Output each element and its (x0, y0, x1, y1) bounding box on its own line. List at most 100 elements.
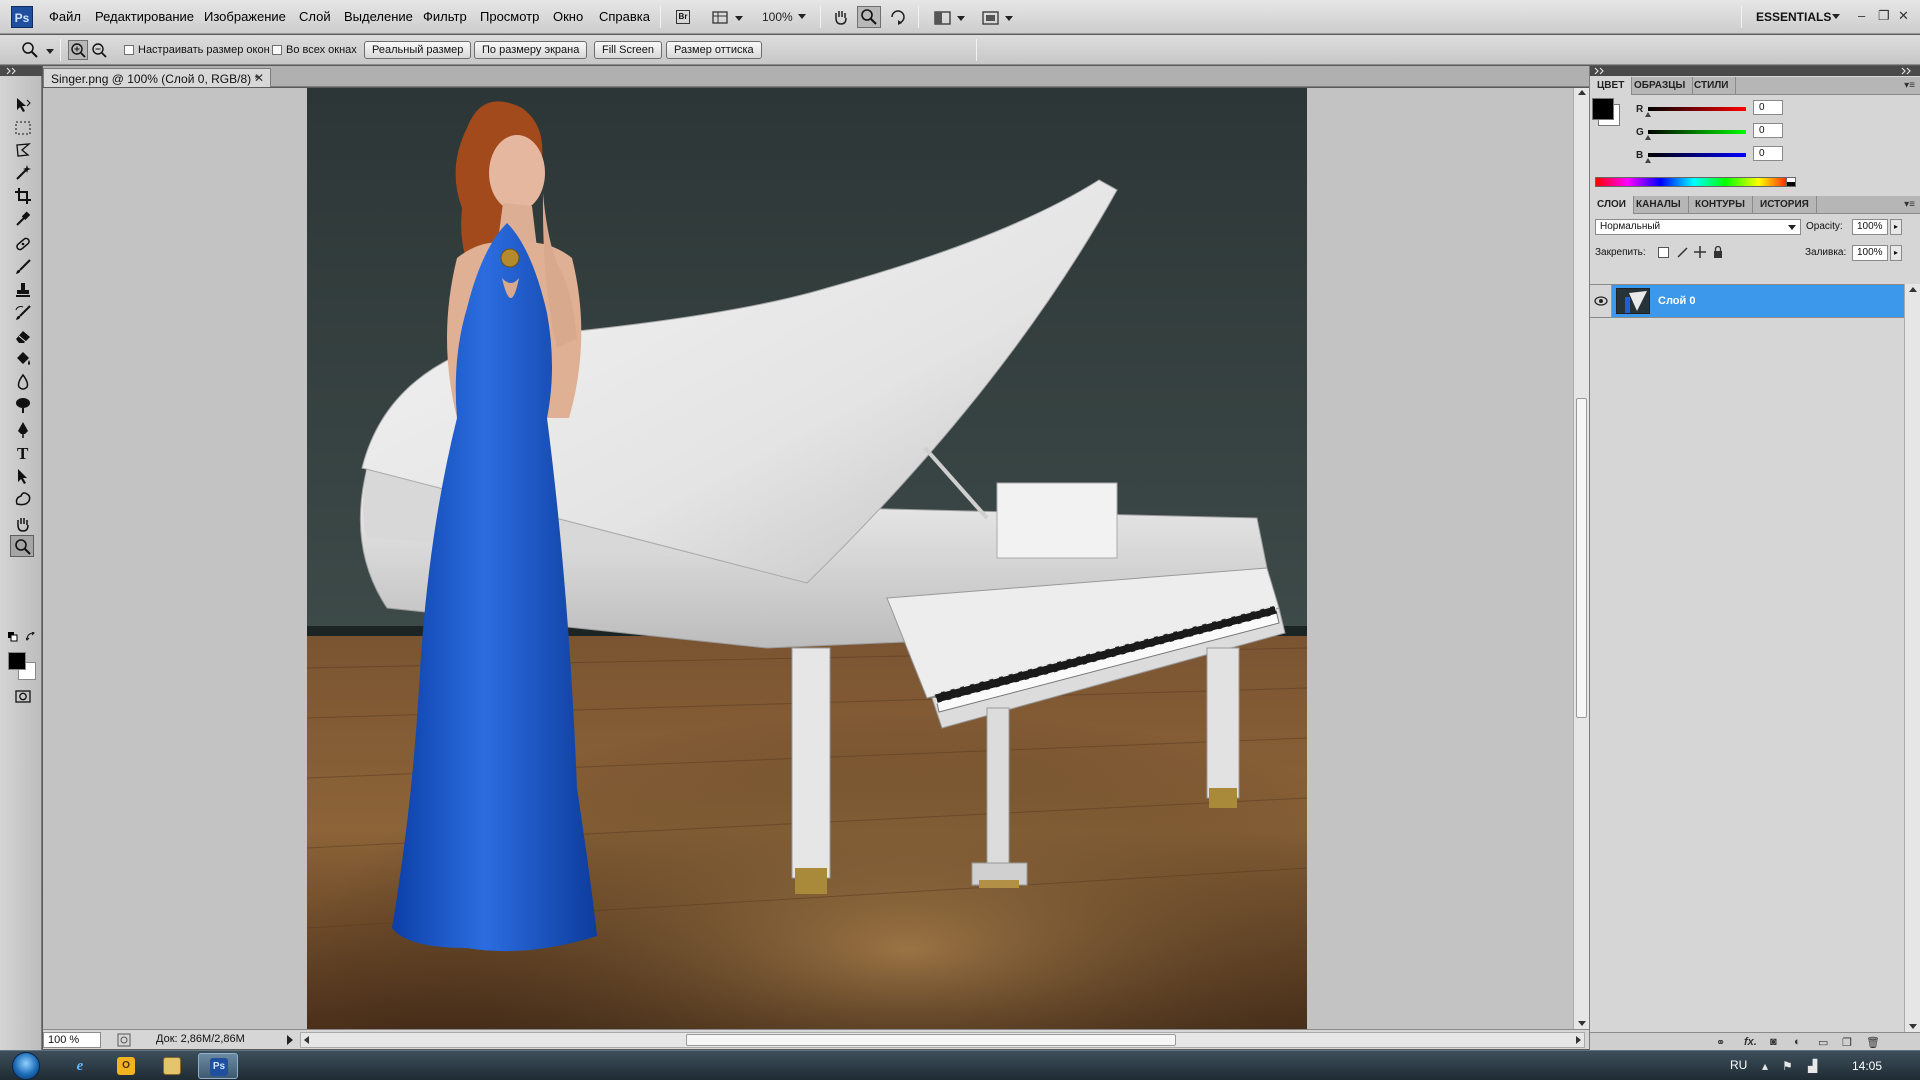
red-slider-handle[interactable] (1645, 112, 1651, 117)
taskbar-explorer[interactable] (152, 1053, 192, 1079)
opacity-slider-toggle[interactable]: ▸ (1890, 219, 1902, 235)
magic-wand-tool[interactable] (10, 161, 34, 183)
new-group-folder-icon[interactable]: ▭ (1818, 1036, 1828, 1049)
link-layers-icon[interactable]: ⚭ (1716, 1036, 1725, 1049)
black-white-ramp[interactable] (1786, 177, 1796, 187)
document-tab[interactable]: Singer.png @ 100% (Слой 0, RGB/8) * ✕ (43, 68, 271, 87)
trash-icon[interactable]: 🗑 (1866, 1036, 1880, 1049)
path-selection-tool[interactable] (10, 464, 34, 486)
layer-style-fx-icon[interactable]: fx. (1744, 1036, 1757, 1048)
fill-screen-button[interactable]: Fill Screen (594, 41, 662, 59)
all-windows-checkbox[interactable] (272, 45, 282, 55)
menu-edit[interactable]: Редактирование (95, 9, 194, 24)
blend-mode-select[interactable]: Нормальный (1595, 219, 1801, 235)
document-canvas-area[interactable] (43, 88, 1573, 1029)
keyboard-language-indicator[interactable]: RU (1730, 1058, 1747, 1072)
clone-stamp-tool[interactable] (10, 278, 34, 300)
zoom-level-select[interactable]: 100% (762, 10, 793, 24)
workspace-switcher[interactable]: ESSENTIALS (1756, 10, 1831, 24)
type-tool[interactable]: T (10, 441, 34, 463)
all-windows-option[interactable]: Во всех окнах (272, 44, 357, 56)
vertical-scroll-thumb[interactable] (1576, 398, 1587, 718)
tab-history[interactable]: ИСТОРИЯ (1753, 196, 1817, 214)
red-value-input[interactable]: 0 (1753, 100, 1783, 115)
tab-styles[interactable]: СТИЛИ (1687, 77, 1737, 95)
blue-slider[interactable] (1648, 153, 1746, 157)
eyedropper-tool[interactable] (10, 207, 34, 229)
close-button[interactable]: ✕ (1898, 8, 1909, 24)
rotate-view-button[interactable] (886, 6, 910, 28)
arrange-documents-button[interactable] (930, 6, 968, 28)
green-slider-handle[interactable] (1645, 135, 1651, 140)
blur-tool[interactable] (10, 370, 34, 392)
foreground-color-swatch[interactable] (8, 652, 26, 670)
network-icon[interactable]: ▟ (1808, 1059, 1817, 1073)
taskbar-outlook[interactable]: O (106, 1053, 146, 1079)
restore-button[interactable]: ❐ (1878, 8, 1890, 24)
lock-position-move-icon[interactable] (1694, 246, 1706, 258)
lasso-tool[interactable] (10, 138, 34, 160)
red-slider[interactable] (1648, 107, 1746, 111)
panel-menu-icon[interactable]: ▾≡ (1904, 80, 1915, 91)
shape-tool[interactable] (10, 487, 34, 509)
photoshop-logo-icon[interactable]: Ps (11, 6, 33, 28)
zoom-tool-preset-icon[interactable] (20, 40, 40, 60)
layer-name[interactable]: Слой 0 (1658, 295, 1695, 307)
actual-pixels-button[interactable]: Реальный размер (364, 41, 472, 59)
scroll-down-arrow-icon[interactable] (1909, 1024, 1917, 1029)
print-size-button[interactable]: Размер оттиска (666, 41, 762, 59)
paint-bucket-tool[interactable] (10, 347, 34, 369)
resize-windows-checkbox[interactable] (124, 45, 134, 55)
panel-menu-icon[interactable]: ▾≡ (1904, 199, 1915, 210)
taskbar-internet-explorer[interactable]: e (60, 1053, 100, 1079)
view-extras-button[interactable] (708, 6, 746, 28)
menu-filter[interactable]: Фильтр (423, 9, 467, 24)
crop-tool[interactable] (10, 184, 34, 206)
lock-pixels-brush-icon[interactable] (1676, 246, 1688, 258)
dodge-tool[interactable] (10, 393, 34, 415)
blue-value-input[interactable]: 0 (1753, 146, 1783, 161)
brush-tool[interactable] (10, 255, 34, 277)
swap-colors-icon[interactable] (26, 632, 36, 642)
hand-tool[interactable] (10, 512, 34, 534)
scroll-up-arrow-icon[interactable] (1909, 287, 1917, 292)
zoom-in-button[interactable] (68, 40, 88, 60)
scroll-right-arrow-icon[interactable] (1576, 1036, 1581, 1044)
eraser-tool[interactable] (10, 324, 34, 346)
minimize-button[interactable]: – (1858, 8, 1865, 23)
menu-image[interactable]: Изображение (204, 9, 286, 24)
opacity-input[interactable]: 100% (1852, 219, 1888, 235)
adjustment-layer-icon[interactable]: ◐ (1794, 1036, 1801, 1048)
tray-expand-icon[interactable]: ▴ (1762, 1059, 1768, 1073)
horizontal-scrollbar[interactable] (300, 1032, 1585, 1048)
menu-help[interactable]: Справка (599, 9, 650, 24)
panel-dock-grip[interactable] (1590, 66, 1920, 76)
move-tool[interactable] (10, 93, 34, 115)
history-brush-tool[interactable] (10, 301, 34, 323)
layer-row[interactable]: Слой 0 (1590, 284, 1904, 318)
tools-panel-grip[interactable] (0, 66, 42, 76)
marquee-tool[interactable] (10, 116, 34, 138)
add-mask-icon[interactable]: ◙ (1770, 1036, 1777, 1048)
scroll-down-arrow-icon[interactable] (1578, 1021, 1586, 1026)
fill-input[interactable]: 100% (1852, 245, 1888, 261)
healing-brush-tool[interactable] (10, 232, 34, 254)
document-image[interactable] (307, 88, 1307, 1029)
screen-mode-button[interactable] (978, 6, 1016, 28)
close-icon[interactable]: ✕ (254, 71, 264, 85)
resize-windows-option[interactable]: Настраивать размер окон (124, 44, 270, 56)
zoom-tool[interactable] (10, 535, 34, 557)
zoom-percent-field[interactable]: 100 % (43, 1032, 101, 1048)
fill-slider-toggle[interactable]: ▸ (1890, 245, 1902, 261)
menu-select[interactable]: Выделение (344, 9, 413, 24)
green-slider[interactable] (1648, 130, 1746, 134)
menu-view[interactable]: Просмотр (480, 9, 539, 24)
tab-color[interactable]: ЦВЕТ (1590, 77, 1633, 95)
fit-screen-button[interactable]: По размеру экрана (474, 41, 588, 59)
tab-channels[interactable]: КАНАЛЫ (1629, 196, 1689, 214)
taskbar-photoshop[interactable]: Ps (198, 1053, 238, 1079)
quick-mask-button[interactable] (10, 684, 34, 706)
status-menu-arrow-icon[interactable] (287, 1035, 293, 1045)
default-colors-icon[interactable] (8, 632, 18, 642)
color-spectrum-bar[interactable] (1595, 177, 1793, 187)
